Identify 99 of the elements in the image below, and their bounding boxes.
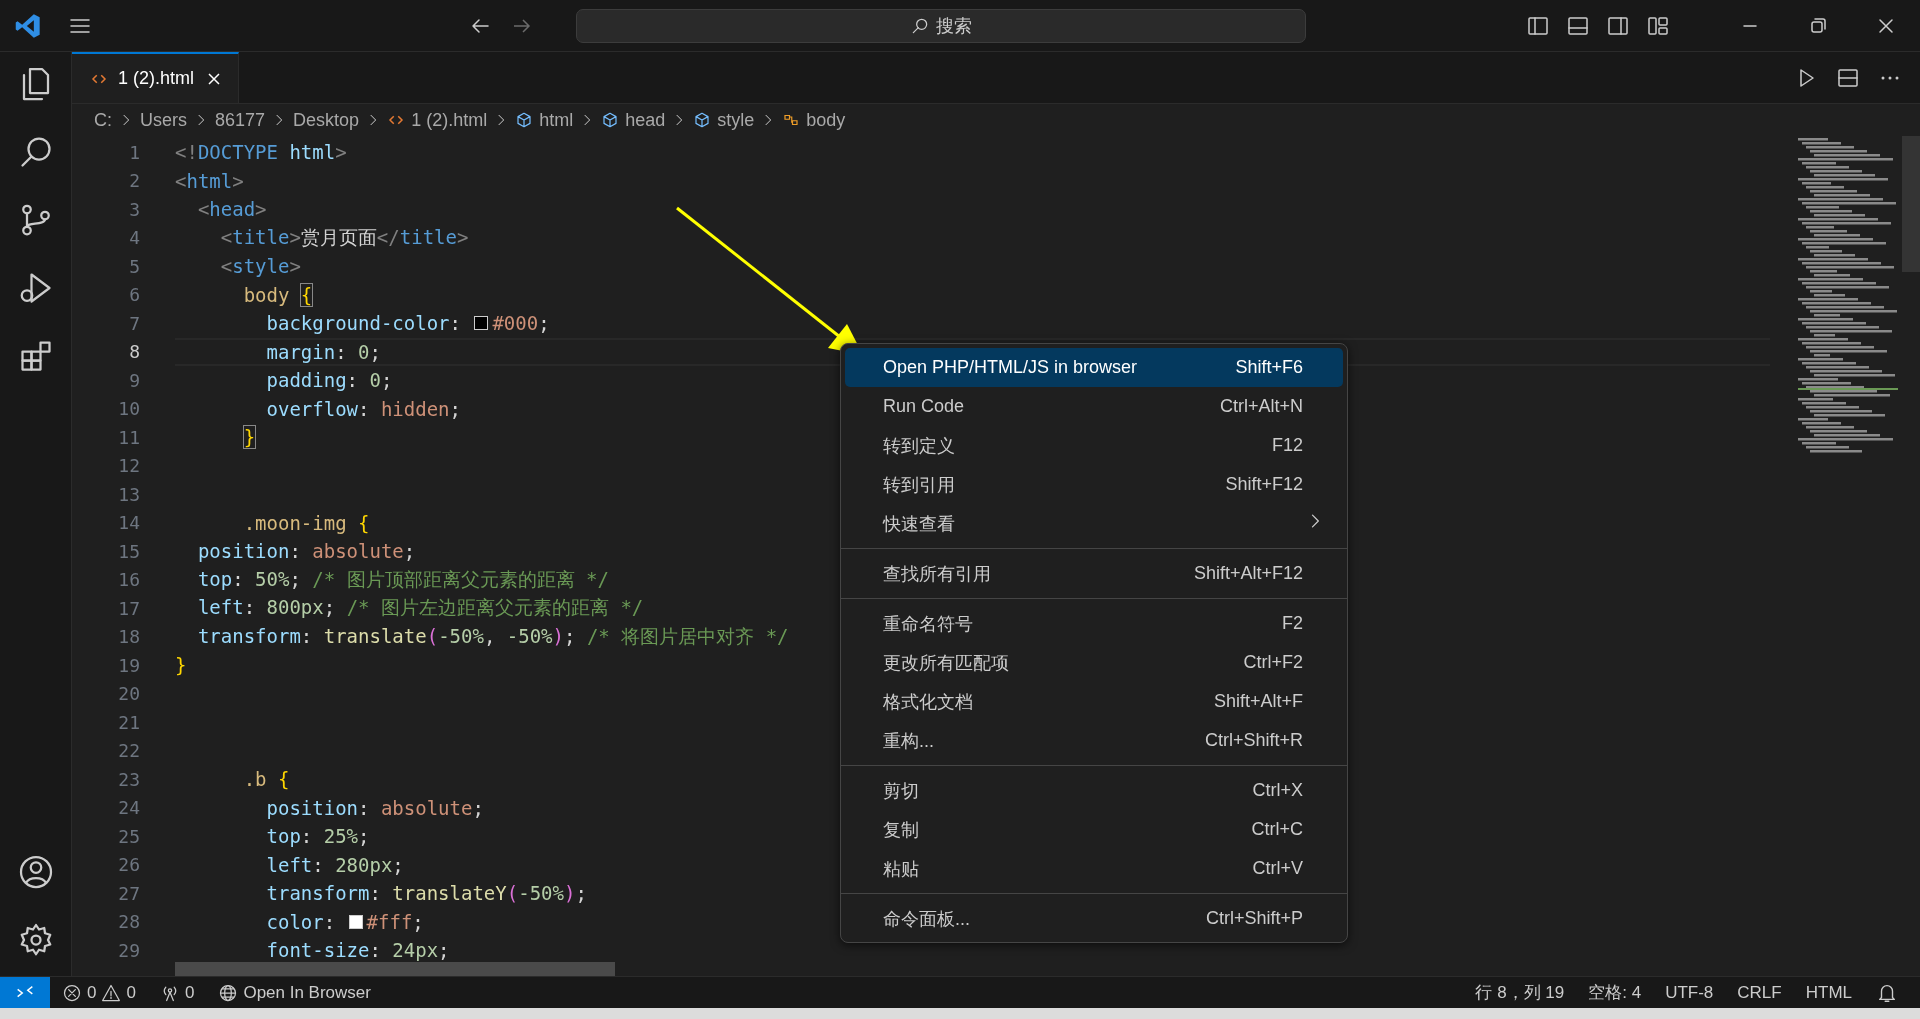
cube-icon: [693, 111, 712, 129]
menu-item[interactable]: Run Code Ctrl+Alt+N: [845, 387, 1343, 426]
line-number: 8: [128, 341, 140, 363]
line-number: 29: [117, 939, 140, 961]
code-text: <!DOCTYPE html>: [175, 141, 347, 164]
code-text: color:: [266, 910, 337, 933]
code-text: .moon-img {: [243, 511, 370, 534]
cube-icon: [515, 111, 534, 129]
code-text: top: 25%;: [266, 825, 370, 848]
line-number: 1: [128, 141, 140, 163]
code-text: #000;: [492, 312, 550, 335]
line-number: 28: [117, 911, 140, 933]
line-number: 3: [128, 198, 140, 220]
line-number: 11: [117, 426, 140, 448]
menu-item[interactable]: 重命名符号 F2: [845, 604, 1343, 643]
line-number: 14: [117, 512, 140, 534]
line-number: 27: [117, 882, 140, 904]
line-number: 7: [128, 312, 140, 334]
menu-item[interactable]: 转到引用 Shift+F12: [845, 465, 1343, 504]
menu-item[interactable]: 重构... Ctrl+Shift+R: [845, 721, 1343, 760]
line-number: 5: [128, 255, 140, 277]
line-number: 2: [128, 170, 140, 192]
line-number: 24: [117, 797, 140, 819]
menu-item[interactable]: 复制 Ctrl+C: [845, 810, 1343, 849]
line-number: 13: [117, 483, 140, 505]
status-item[interactable]: CRLF: [1737, 982, 1782, 1003]
line-number: 10: [117, 398, 140, 420]
ports-count[interactable]: 0: [184, 982, 195, 1003]
status-item[interactable]: 空格: 4: [1588, 981, 1642, 1004]
breadcrumb-item[interactable]: style: [693, 109, 755, 131]
menu-item[interactable]: 查找所有引用 Shift+Alt+F12: [845, 554, 1343, 593]
search-field[interactable]: 搜索: [576, 8, 1306, 43]
breadcrumb-item[interactable]: C:: [94, 109, 112, 131]
line-number: 22: [117, 740, 140, 762]
line-number: 20: [117, 683, 140, 705]
line-number: 23: [117, 768, 140, 790]
code-text: <head>: [197, 198, 267, 221]
code-text: margin: 0;: [266, 340, 381, 363]
status-item[interactable]: 行 8，列 19: [1475, 981, 1565, 1004]
menu-item[interactable]: 粘贴 Ctrl+V: [845, 849, 1343, 888]
menu-item[interactable]: Open PHP/HTML/JS in browser Shift+F6: [845, 348, 1343, 387]
horizontal-scrollbar[interactable]: [175, 962, 615, 976]
status-item[interactable]: UTF-8: [1665, 982, 1714, 1003]
breadcrumb-item[interactable]: head: [601, 109, 666, 131]
code-text: background-color:: [266, 312, 462, 335]
breadcrumb-item[interactable]: 1 (2).html: [387, 109, 488, 131]
code-text: body {: [243, 283, 313, 306]
line-number: 21: [117, 711, 140, 733]
code-text: transform: translateY(-50%);: [266, 882, 587, 905]
code-text: padding: 0;: [266, 369, 393, 392]
status-item[interactable]: HTML: [1805, 982, 1852, 1003]
code-text: left: 800px; /* 图片左边距离父元素的距离 */: [197, 595, 644, 621]
code-text: <html>: [175, 169, 244, 192]
globe-icon: [218, 982, 239, 1003]
breadcrumb-item[interactable]: Desktop: [293, 109, 360, 131]
code-text: top: 50%; /* 图片顶部距离父元素的距离 */: [197, 566, 609, 592]
breadcrumb-item[interactable]: Users: [140, 109, 187, 131]
line-number: 12: [117, 455, 140, 477]
account-icon[interactable]: [17, 854, 54, 890]
warning-count[interactable]: 0: [126, 982, 136, 1003]
code-text: #fff;: [366, 910, 424, 933]
code-text: position: absolute;: [197, 540, 416, 563]
line-number: 18: [117, 626, 140, 648]
warning-icon: [101, 982, 122, 1003]
menu-item[interactable]: 命令面板... Ctrl+Shift+P: [845, 899, 1343, 938]
editor-tab[interactable]: 1 (2).html: [72, 52, 240, 103]
line-number: 6: [128, 284, 140, 306]
error-count[interactable]: 0: [87, 982, 97, 1003]
code-text: }: [175, 654, 187, 677]
breadcrumb-item[interactable]: html: [515, 109, 574, 131]
menu-item[interactable]: 转到定义 F12: [845, 426, 1343, 465]
code-text: .b {: [243, 768, 290, 791]
code-text: font-size: 24px;: [266, 939, 450, 962]
cube-icon: [601, 111, 620, 129]
line-number: 15: [117, 540, 140, 562]
menu-item[interactable]: 更改所有匹配项 Ctrl+F2: [845, 643, 1343, 682]
code-text: left: 280px;: [266, 853, 404, 876]
code-text: position: absolute;: [266, 796, 484, 819]
code-text: transform: translate(-50%, -50%); /* 将图片居中对齐 */: [197, 623, 789, 649]
line-number: 26: [117, 854, 140, 876]
code-text: }: [243, 426, 256, 449]
open-in-browser-button[interactable]: Open In Browser: [243, 982, 371, 1003]
line-number: 16: [117, 569, 140, 591]
code-text: <title>赏月页面</title>: [220, 224, 469, 250]
error-icon: [62, 982, 82, 1003]
menu-item[interactable]: 剪切 Ctrl+X: [845, 771, 1343, 810]
line-number: 4: [128, 227, 140, 249]
line-number: 25: [117, 825, 140, 847]
line-number: 19: [117, 654, 140, 676]
menu-item[interactable]: 快速查看: [845, 504, 1343, 543]
line-number: 9: [128, 369, 140, 391]
code-text: overflow: hidden;: [266, 397, 461, 420]
color-swatch[interactable]: [348, 914, 363, 929]
code-text: <style>: [220, 255, 301, 278]
breadcrumb-item[interactable]: body: [782, 109, 846, 131]
breadcrumb-item[interactable]: 86177: [215, 109, 266, 131]
color-swatch[interactable]: [474, 316, 489, 331]
line-number: 17: [117, 597, 140, 619]
menu-item[interactable]: 格式化文档 Shift+Alt+F: [845, 682, 1343, 721]
